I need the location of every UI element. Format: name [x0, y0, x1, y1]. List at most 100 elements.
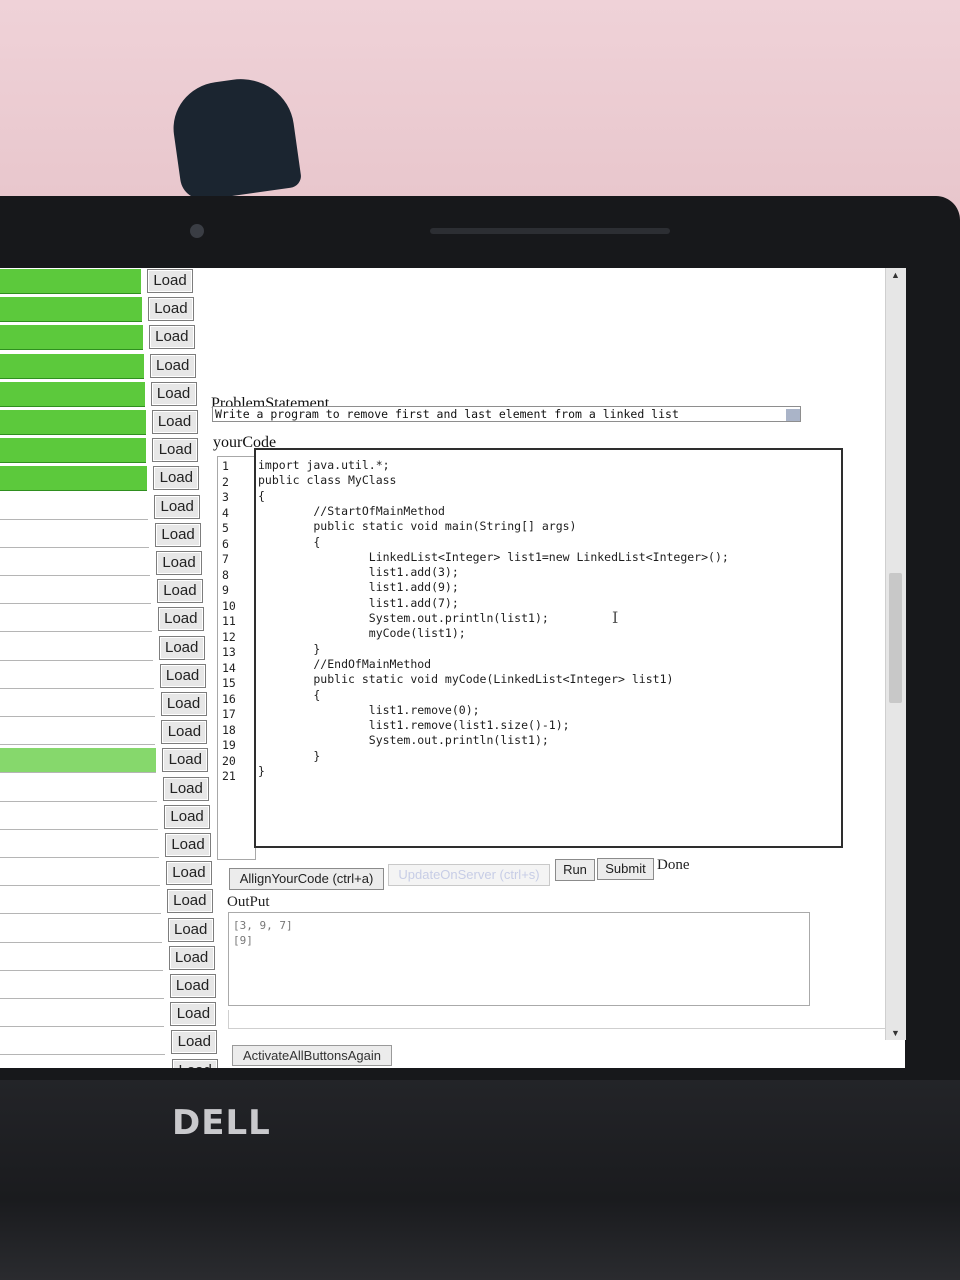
- code-line: //StartOfMainMethod: [258, 503, 445, 518]
- list-item: Load: [0, 578, 220, 605]
- list-item: Load: [0, 719, 220, 746]
- brand-logo: DELL: [172, 1103, 271, 1143]
- line-number: 20: [222, 753, 236, 768]
- load-button[interactable]: Load: [152, 438, 199, 463]
- align-code-button[interactable]: AllignYourCode (ctrl+a): [229, 868, 384, 890]
- load-button[interactable]: Load: [163, 776, 210, 801]
- activate-all-buttons-button[interactable]: ActivateAllButtonsAgain: [232, 1045, 392, 1066]
- code-line: {: [258, 534, 321, 549]
- line-number: 13: [222, 645, 236, 659]
- list-item: Load: [0, 494, 220, 520]
- code-line: list1.add(7);: [258, 595, 459, 610]
- progress-bar: [0, 353, 144, 379]
- progress-bar: [0, 720, 156, 746]
- load-button[interactable]: Load: [147, 269, 193, 293]
- load-button[interactable]: Load: [159, 663, 206, 688]
- run-button[interactable]: Run: [555, 859, 595, 881]
- load-button[interactable]: Load: [150, 381, 197, 406]
- load-button[interactable]: Load: [164, 804, 211, 829]
- list-item: Load: [0, 973, 220, 999]
- code-line: list1.add(3);: [258, 565, 459, 580]
- load-button[interactable]: Load: [162, 748, 209, 773]
- list-item: Load: [0, 1029, 220, 1056]
- progress-bar: [0, 918, 162, 943]
- load-button[interactable]: Load: [156, 551, 202, 575]
- progress-bar: [0, 438, 147, 464]
- load-button[interactable]: Load: [165, 833, 211, 857]
- load-button[interactable]: Load: [156, 579, 203, 604]
- scroll-down-icon[interactable]: ▼: [891, 1028, 900, 1038]
- list-item: Load: [0, 888, 220, 915]
- progress-bar: [0, 974, 164, 999]
- list-item: Load: [0, 606, 220, 633]
- load-button[interactable]: Load: [151, 410, 198, 434]
- list-item: Load: [0, 437, 220, 464]
- progress-bar: [0, 607, 152, 633]
- progress-bar: [0, 325, 143, 351]
- list-item: Load: [0, 917, 220, 943]
- code-line: public static void myCode(LinkedList<Int…: [258, 672, 674, 687]
- progress-bar: [0, 1002, 165, 1028]
- load-button[interactable]: Load: [154, 494, 201, 519]
- load-button[interactable]: Load: [167, 917, 214, 942]
- output-label: OutPut: [227, 894, 270, 910]
- load-button[interactable]: Load: [172, 1058, 219, 1068]
- submit-button[interactable]: Submit: [597, 858, 654, 880]
- list-item: Load: [0, 635, 220, 661]
- list-item: Load: [0, 324, 220, 351]
- code-editor[interactable]: import java.util.*; public class MyClass{…: [254, 448, 843, 848]
- problem-statement-field[interactable]: Write a program to remove first and last…: [212, 406, 801, 422]
- load-button[interactable]: Load: [148, 325, 195, 350]
- code-line: System.out.println(list1);: [258, 733, 549, 748]
- line-number: 21: [222, 769, 236, 783]
- load-button[interactable]: Load: [166, 889, 213, 914]
- load-button[interactable]: Load: [157, 607, 204, 632]
- output-panel[interactable]: [3, 9, 7] [9]: [228, 912, 810, 1006]
- progress-bar: [0, 579, 151, 605]
- code-line: public static void main(String[] args): [258, 519, 577, 534]
- load-button[interactable]: Load: [171, 1030, 218, 1055]
- line-number: 1: [222, 459, 229, 473]
- update-on-server-button[interactable]: UpdateOnServer (ctrl+s): [388, 864, 550, 886]
- progress-bar: [0, 636, 153, 661]
- list-item: Load: [0, 353, 220, 379]
- line-number: 12: [222, 629, 236, 644]
- page-scrollbar[interactable]: ▲ ▼: [885, 268, 906, 1040]
- list-item: Load: [0, 1058, 220, 1068]
- scroll-up-icon[interactable]: ▲: [891, 270, 900, 280]
- load-button[interactable]: Load: [147, 297, 194, 322]
- load-button[interactable]: Load: [160, 692, 207, 716]
- progress-bar: [0, 664, 154, 689]
- load-button[interactable]: Load: [161, 720, 208, 745]
- load-button[interactable]: Load: [170, 1002, 217, 1027]
- code-line: list1.add(9);: [258, 580, 459, 595]
- line-number: 6: [222, 536, 229, 551]
- progress-bar: [0, 551, 150, 576]
- load-button[interactable]: Load: [153, 466, 200, 491]
- line-number: 10: [222, 598, 236, 613]
- progress-bar: [0, 748, 157, 774]
- list-item: Load: [0, 804, 220, 830]
- line-number: 15: [222, 676, 236, 690]
- list-item: Load: [0, 1001, 220, 1028]
- line-number: 17: [222, 707, 236, 721]
- load-button[interactable]: Load: [165, 861, 212, 886]
- progress-bar: [0, 297, 142, 323]
- load-button[interactable]: Load: [149, 353, 196, 378]
- progress-bar: [0, 805, 159, 830]
- app-screen: Load Load Load Load Load Load Load Load Load Load…: [0, 268, 905, 1068]
- load-button[interactable]: Load: [158, 635, 205, 660]
- line-number: 7: [222, 552, 229, 566]
- progress-bar: [0, 410, 146, 435]
- progress-bar: [0, 833, 159, 858]
- code-line: list1.remove(0);: [258, 702, 480, 717]
- load-button[interactable]: Load: [169, 974, 216, 998]
- scroll-thumb[interactable]: [889, 573, 902, 703]
- bezel-slot: [430, 228, 670, 234]
- load-button[interactable]: Load: [155, 522, 202, 547]
- load-button[interactable]: Load: [168, 945, 215, 970]
- progress-bar: [0, 692, 155, 717]
- resize-grip-icon[interactable]: [786, 409, 800, 421]
- line-number: 2: [222, 474, 229, 489]
- code-line: myCode(list1);: [258, 626, 466, 641]
